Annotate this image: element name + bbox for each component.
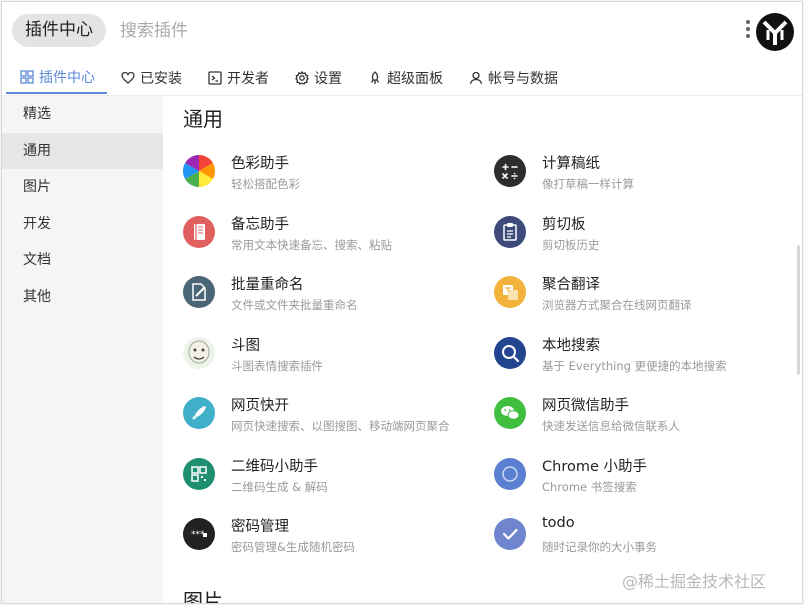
tab-label: 超级面板 <box>387 71 443 87</box>
qrcode-icon <box>183 457 215 490</box>
plugin-card[interactable]: 色彩助手 轻松搭配色彩 <box>183 150 483 198</box>
tab-super-panel[interactable]: 超级面板 <box>354 62 455 94</box>
plugin-card[interactable]: 本地搜索 基于 Everything 更便捷的本地搜索 <box>494 332 794 380</box>
color-wheel-icon <box>183 155 215 187</box>
plugin-card[interactable]: 备忘助手 常用文本快速备忘、搜索、粘贴 <box>183 211 483 259</box>
calculator-icon <box>494 155 526 187</box>
translate-icon <box>494 276 526 308</box>
plugin-name: 本地搜索 <box>542 337 600 354</box>
plugin-card[interactable]: 聚合翻译 浏览器方式聚合在线网页翻译 <box>494 271 794 319</box>
terminal-icon <box>208 71 222 85</box>
magnifier-icon <box>494 336 526 369</box>
plugin-desc: 二维码生成 & 解码 <box>231 479 328 494</box>
plugin-card[interactable]: 批量重命名 文件或文件夹批量重命名 <box>183 271 483 319</box>
plugin-desc: 常用文本快速备忘、搜索、粘贴 <box>231 237 392 252</box>
plugin-name: 色彩助手 <box>231 156 289 172</box>
plugin-desc: 快速发送信息给微信联系人 <box>542 419 680 433</box>
plugin-card[interactable]: 网页微信助手 快速发送信息给微信联系人 <box>494 392 794 440</box>
checkmark-icon <box>494 518 526 550</box>
scrollbar[interactable] <box>797 245 800 375</box>
plugin-name: 备忘助手 <box>231 216 289 233</box>
plugin-desc: 轻松搭配色彩 <box>231 177 300 191</box>
plugin-desc: 文件或文件夹批量重命名 <box>231 298 358 312</box>
chrome-icon <box>494 457 526 490</box>
plugin-name: todo <box>542 515 575 531</box>
sidebar-item-documents[interactable]: 文档 <box>2 242 163 279</box>
sidebar-item-featured[interactable]: 精选 <box>2 96 163 133</box>
section-title: 通用 <box>183 107 223 131</box>
sidebar-item-images[interactable]: 图片 <box>2 169 163 206</box>
tab-settings[interactable]: 设置 <box>281 62 354 94</box>
tab-bar: 插件中心 已安装 开发者 设置 超级面板 帐号与数据 <box>2 62 802 96</box>
plugin-name: 计算稿纸 <box>542 156 600 172</box>
plugin-name: 网页快开 <box>231 398 289 414</box>
app-logo[interactable] <box>756 13 794 51</box>
meme-face-icon <box>183 336 215 369</box>
plugin-center-pill[interactable]: 插件中心 <box>12 14 106 47</box>
plugin-name: 二维码小助手 <box>231 458 318 475</box>
heart-icon <box>121 71 135 84</box>
more-menu-icon[interactable] <box>744 20 752 42</box>
plugin-card[interactable]: todo 随时记录你的大小事务 <box>494 513 794 561</box>
password-icon: *** <box>183 518 215 550</box>
rename-icon <box>183 276 215 308</box>
sidebar-item-development[interactable]: 开发 <box>2 206 163 243</box>
grid-icon <box>20 70 34 84</box>
tab-label: 帐号与数据 <box>488 71 558 87</box>
top-bar: 插件中心 <box>2 2 802 60</box>
tab-plugin-center[interactable]: 插件中心 <box>6 62 107 94</box>
plugin-name: 斗图 <box>231 337 260 354</box>
plugin-desc: 基于 Everything 更便捷的本地搜索 <box>542 358 727 373</box>
notebook-icon <box>183 215 215 248</box>
plugin-card[interactable]: 计算稿纸 像打草稿一样计算 <box>494 150 794 198</box>
plugin-card[interactable]: 剪切板 剪切板历史 <box>494 211 794 259</box>
plugin-desc: 随时记录你的大小事务 <box>542 540 657 554</box>
watermark: @稀土掘金技术社区 <box>622 572 767 591</box>
plugin-desc: 浏览器方式聚合在线网页翻译 <box>542 298 692 312</box>
tab-label: 已安装 <box>140 71 182 87</box>
rocket-icon <box>370 71 380 84</box>
plugin-desc: Chrome 书签搜索 <box>542 479 637 494</box>
gear-icon <box>295 71 309 85</box>
plugin-list: 通用 色彩助手 轻松搭配色彩 计算稿纸 像打草稿一样计算 备忘助手 常用文本快速… <box>164 96 802 604</box>
plugin-name: 剪切板 <box>542 216 586 233</box>
plugin-name: Chrome 小助手 <box>542 458 647 475</box>
plugin-name: 批量重命名 <box>231 277 304 293</box>
tab-developer[interactable]: 开发者 <box>194 62 281 94</box>
plugin-name: 聚合翻译 <box>542 277 600 293</box>
user-icon <box>469 71 483 85</box>
rocket-icon <box>183 397 215 429</box>
plugin-card[interactable]: *** 密码管理 密码管理&生成随机密码 <box>183 513 483 561</box>
section-title-next: 图片 <box>183 589 223 604</box>
sidebar-item-other[interactable]: 其他 <box>2 279 163 316</box>
clipboard-icon <box>494 215 526 248</box>
plugin-card[interactable]: 斗图 斗图表情搜索插件 <box>183 332 483 380</box>
plugin-desc: 像打草稿一样计算 <box>542 177 634 191</box>
tab-installed[interactable]: 已安装 <box>107 62 194 94</box>
plugin-desc: 网页快速搜索、以图搜图、移动端网页聚合 <box>231 419 450 433</box>
plugin-name: 网页微信助手 <box>542 398 629 414</box>
tab-label: 设置 <box>314 71 342 87</box>
wechat-icon <box>494 397 526 429</box>
tab-account[interactable]: 帐号与数据 <box>455 62 570 94</box>
plugin-desc: 斗图表情搜索插件 <box>231 358 323 373</box>
app-window: 插件中心 插件中心 已安装 <box>1 1 803 604</box>
plugin-card[interactable]: Chrome 小助手 Chrome 书签搜索 <box>494 453 794 501</box>
sidebar-item-general[interactable]: 通用 <box>2 132 163 169</box>
tab-label: 开发者 <box>227 71 269 87</box>
plugin-desc: 密码管理&生成随机密码 <box>231 540 355 554</box>
tab-label: 插件中心 <box>39 70 95 86</box>
category-sidebar: 精选 通用 图片 开发 文档 其他 <box>2 96 163 603</box>
plugin-desc: 剪切板历史 <box>542 237 600 252</box>
plugin-name: 密码管理 <box>231 519 289 535</box>
svg-text:***: *** <box>191 530 205 540</box>
search-input[interactable] <box>120 14 680 47</box>
plugin-card[interactable]: 网页快开 网页快速搜索、以图搜图、移动端网页聚合 <box>183 392 483 440</box>
plugin-card[interactable]: 二维码小助手 二维码生成 & 解码 <box>183 453 483 501</box>
